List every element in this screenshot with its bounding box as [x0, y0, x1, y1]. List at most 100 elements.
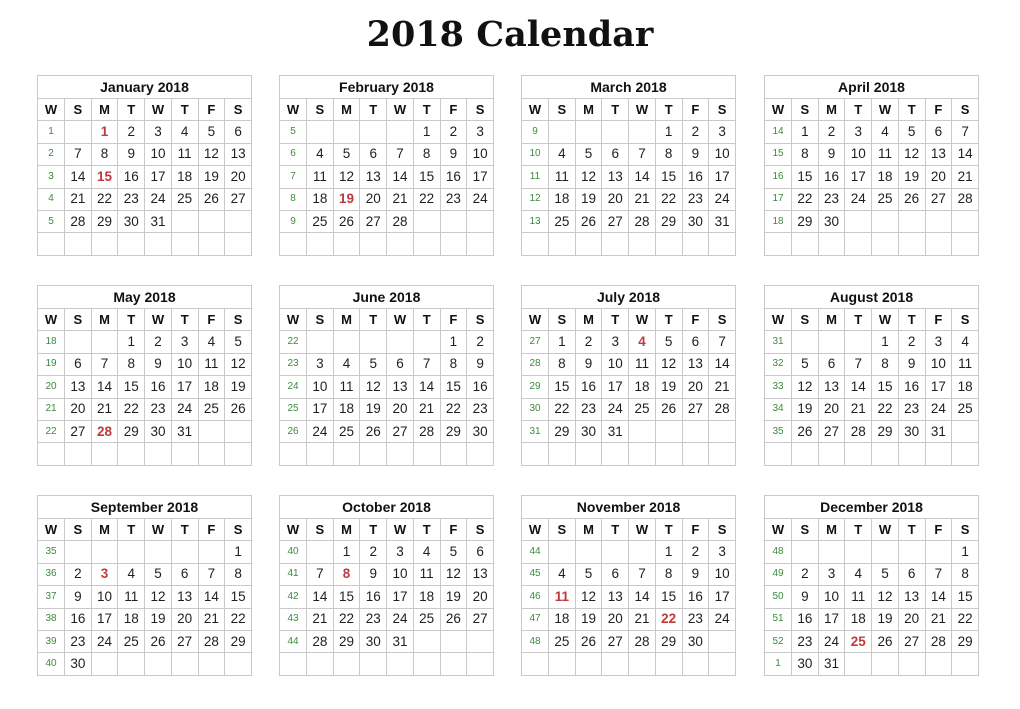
day-cell[interactable]: 4 [871, 120, 899, 144]
holiday-day-cell[interactable]: 28 [90, 419, 119, 444]
day-cell[interactable]: 31 [924, 419, 953, 444]
holiday-day-cell[interactable]: 3 [90, 562, 119, 587]
day-cell[interactable]: 15 [654, 165, 683, 189]
day-cell[interactable]: 2 [117, 120, 146, 144]
day-cell[interactable]: 15 [791, 165, 819, 189]
day-cell[interactable]: 7 [90, 352, 119, 377]
day-cell[interactable]: 15 [951, 585, 979, 609]
day-cell[interactable]: 6 [681, 330, 710, 354]
day-cell[interactable]: 17 [924, 375, 953, 399]
day-cell[interactable]: 16 [817, 165, 846, 189]
day-cell[interactable]: 5 [654, 330, 683, 354]
day-cell[interactable]: 21 [386, 187, 414, 211]
day-cell[interactable]: 1 [951, 540, 979, 564]
day-cell[interactable]: 28 [844, 419, 873, 444]
day-cell[interactable]: 20 [359, 187, 388, 211]
day-cell[interactable]: 13 [64, 375, 92, 399]
day-cell[interactable]: 4 [170, 120, 199, 144]
day-cell[interactable]: 31 [601, 419, 630, 444]
day-cell[interactable]: 30 [359, 629, 388, 654]
day-cell[interactable]: 26 [791, 419, 819, 444]
day-cell[interactable]: 30 [466, 419, 494, 444]
day-cell[interactable]: 23 [64, 629, 92, 654]
day-cell[interactable]: 14 [64, 165, 92, 189]
day-cell[interactable]: 24 [844, 187, 873, 211]
day-cell[interactable]: 7 [386, 142, 414, 167]
day-cell[interactable]: 24 [708, 607, 736, 631]
day-cell[interactable]: 2 [897, 330, 926, 354]
day-cell[interactable]: 15 [871, 375, 899, 399]
day-cell[interactable]: 15 [117, 375, 146, 399]
day-cell[interactable]: 14 [628, 585, 656, 609]
day-cell[interactable]: 22 [654, 187, 683, 211]
day-cell[interactable]: 5 [574, 562, 603, 587]
day-cell[interactable]: 31 [144, 209, 172, 234]
day-cell[interactable]: 5 [144, 562, 172, 587]
day-cell[interactable]: 27 [924, 187, 953, 211]
day-cell[interactable]: 25 [197, 397, 226, 421]
day-cell[interactable]: 10 [708, 142, 736, 167]
day-cell[interactable]: 28 [306, 629, 334, 654]
day-cell[interactable]: 31 [817, 652, 846, 676]
day-cell[interactable]: 1 [548, 330, 576, 354]
day-cell[interactable]: 14 [197, 585, 226, 609]
day-cell[interactable]: 30 [64, 652, 92, 676]
day-cell[interactable]: 18 [412, 585, 441, 609]
day-cell[interactable]: 6 [897, 562, 926, 587]
day-cell[interactable]: 10 [144, 142, 172, 167]
day-cell[interactable]: 9 [359, 562, 388, 587]
day-cell[interactable]: 23 [681, 187, 710, 211]
day-cell[interactable]: 21 [412, 397, 441, 421]
day-cell[interactable]: 26 [332, 209, 361, 234]
day-cell[interactable]: 13 [601, 165, 630, 189]
day-cell[interactable]: 26 [359, 419, 388, 444]
day-cell[interactable]: 17 [817, 607, 846, 631]
day-cell[interactable]: 13 [601, 585, 630, 609]
day-cell[interactable]: 24 [466, 187, 494, 211]
day-cell[interactable]: 9 [574, 352, 603, 377]
day-cell[interactable]: 5 [574, 142, 603, 167]
day-cell[interactable]: 17 [708, 585, 736, 609]
day-cell[interactable]: 6 [601, 562, 630, 587]
day-cell[interactable]: 4 [548, 562, 576, 587]
day-cell[interactable]: 1 [654, 540, 683, 564]
day-cell[interactable]: 2 [574, 330, 603, 354]
day-cell[interactable]: 22 [412, 187, 441, 211]
day-cell[interactable]: 2 [817, 120, 846, 144]
day-cell[interactable]: 21 [708, 375, 736, 399]
day-cell[interactable]: 15 [654, 585, 683, 609]
day-cell[interactable]: 6 [817, 352, 846, 377]
day-cell[interactable]: 8 [654, 142, 683, 167]
day-cell[interactable]: 1 [117, 330, 146, 354]
day-cell[interactable]: 26 [654, 397, 683, 421]
day-cell[interactable]: 3 [144, 120, 172, 144]
day-cell[interactable]: 31 [170, 419, 199, 444]
day-cell[interactable]: 29 [439, 419, 468, 444]
day-cell[interactable]: 30 [144, 419, 172, 444]
day-cell[interactable]: 20 [817, 397, 846, 421]
day-cell[interactable]: 29 [791, 209, 819, 234]
day-cell[interactable]: 19 [574, 607, 603, 631]
day-cell[interactable]: 14 [951, 142, 979, 167]
day-cell[interactable]: 31 [708, 209, 736, 234]
day-cell[interactable]: 13 [681, 352, 710, 377]
day-cell[interactable]: 15 [224, 585, 252, 609]
day-cell[interactable]: 9 [791, 585, 819, 609]
day-cell[interactable]: 22 [90, 187, 119, 211]
day-cell[interactable]: 20 [466, 585, 494, 609]
day-cell[interactable]: 22 [332, 607, 361, 631]
day-cell[interactable]: 7 [951, 120, 979, 144]
day-cell[interactable]: 14 [628, 165, 656, 189]
day-cell[interactable]: 26 [197, 187, 226, 211]
day-cell[interactable]: 11 [951, 352, 979, 377]
day-cell[interactable]: 21 [628, 187, 656, 211]
day-cell[interactable]: 17 [90, 607, 119, 631]
day-cell[interactable]: 11 [197, 352, 226, 377]
day-cell[interactable]: 24 [708, 187, 736, 211]
day-cell[interactable]: 23 [117, 187, 146, 211]
day-cell[interactable]: 7 [306, 562, 334, 587]
day-cell[interactable]: 20 [924, 165, 953, 189]
day-cell[interactable]: 27 [224, 187, 252, 211]
day-cell[interactable]: 13 [924, 142, 953, 167]
day-cell[interactable]: 5 [439, 540, 468, 564]
